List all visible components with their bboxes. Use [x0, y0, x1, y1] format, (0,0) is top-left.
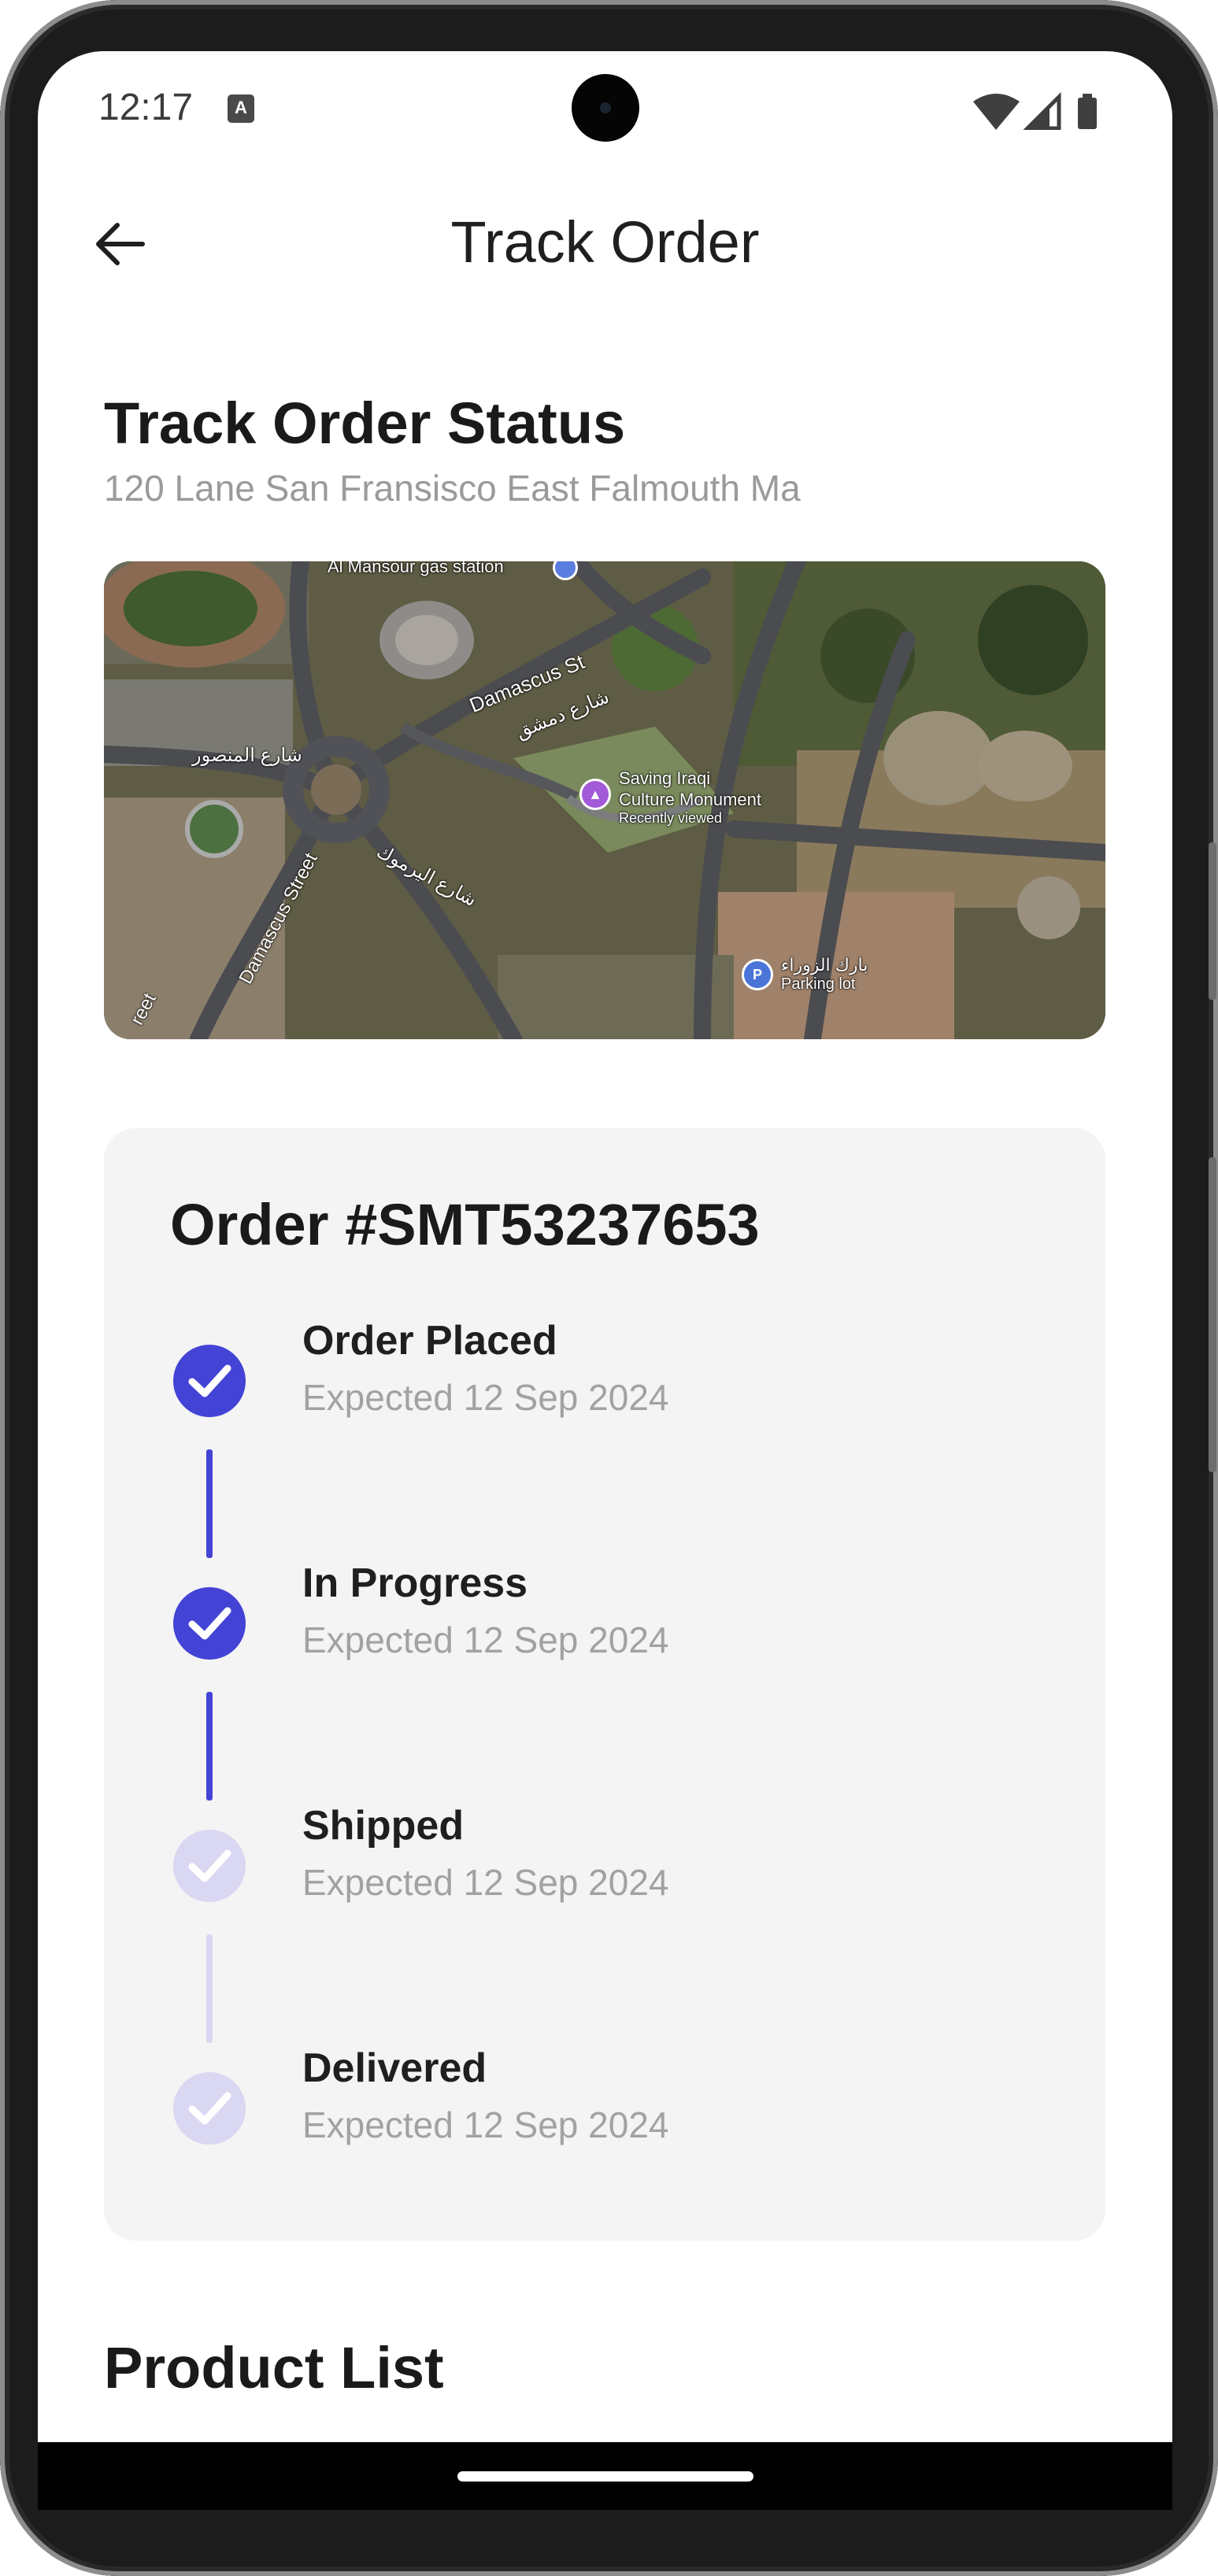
page-title: Track Order	[450, 209, 760, 275]
notification-icon: A	[228, 94, 254, 123]
track-status-title: Track Order Status	[104, 390, 626, 456]
map-label-monument2: Culture Monument	[619, 790, 761, 809]
front-camera	[572, 74, 639, 142]
order-status-card: Order #SMT53237653 Order Placed Expected…	[104, 1128, 1105, 2241]
map-label-recent: Recently viewed	[619, 810, 723, 826]
step-check-icon-shipped	[173, 1830, 246, 1902]
map-label-monument: Saving Iraqi	[619, 768, 711, 788]
power-button	[1209, 842, 1216, 1000]
app-screen: 12:17 A Track Order Track Order Status 1…	[38, 51, 1172, 2502]
gesture-nav-bar	[38, 2442, 1172, 2510]
step-expected-date: Expected 12 Sep 2024	[302, 1377, 669, 1418]
step-connector	[206, 1934, 213, 2043]
delivery-address: 120 Lane San Fransisco East Falmouth Ma	[104, 468, 801, 509]
status-icons	[971, 91, 1128, 131]
step-check-icon-placed	[173, 1345, 246, 1417]
step-connector	[206, 1449, 213, 1558]
step-name: Shipped	[302, 1803, 465, 1849]
map-label-parking: Parking lot	[781, 975, 856, 993]
map-label-parking-ar: بارك الزوراء	[781, 955, 868, 975]
product-list-title: Product List	[104, 2335, 444, 2400]
step-name: Delivered	[302, 2045, 487, 2091]
signal-icon	[1022, 91, 1061, 131]
map-label-mansour-ar: شارع المنصور	[192, 745, 302, 766]
step-check-icon-delivered	[173, 2072, 246, 2145]
step-expected-date: Expected 12 Sep 2024	[302, 1619, 669, 1660]
step-expected-date: Expected 12 Sep 2024	[302, 1862, 669, 1903]
phone-frame: 12:17 A Track Order Track Order Status 1…	[0, 0, 1218, 2576]
step-check-icon-progress	[173, 1587, 246, 1660]
step-name: In Progress	[302, 1560, 528, 1606]
battery-icon	[1078, 94, 1097, 129]
step-expected-date: Expected 12 Sep 2024	[302, 2104, 669, 2145]
step-connector	[206, 1692, 213, 1801]
monument-pin-icon[interactable]: ▲	[579, 779, 611, 810]
order-id: Order #SMT53237653	[170, 1192, 760, 1257]
parking-pin-icon[interactable]: P	[742, 959, 773, 990]
tracking-map[interactable]: Al Mansour gas station Damascus St شارع …	[104, 561, 1105, 1039]
map-label-station: Al Mansour gas station	[328, 561, 504, 576]
home-indicator[interactable]	[457, 2471, 753, 2482]
volume-button	[1209, 1157, 1216, 1472]
step-name: Order Placed	[302, 1318, 557, 1364]
status-time: 12:17	[98, 87, 194, 128]
